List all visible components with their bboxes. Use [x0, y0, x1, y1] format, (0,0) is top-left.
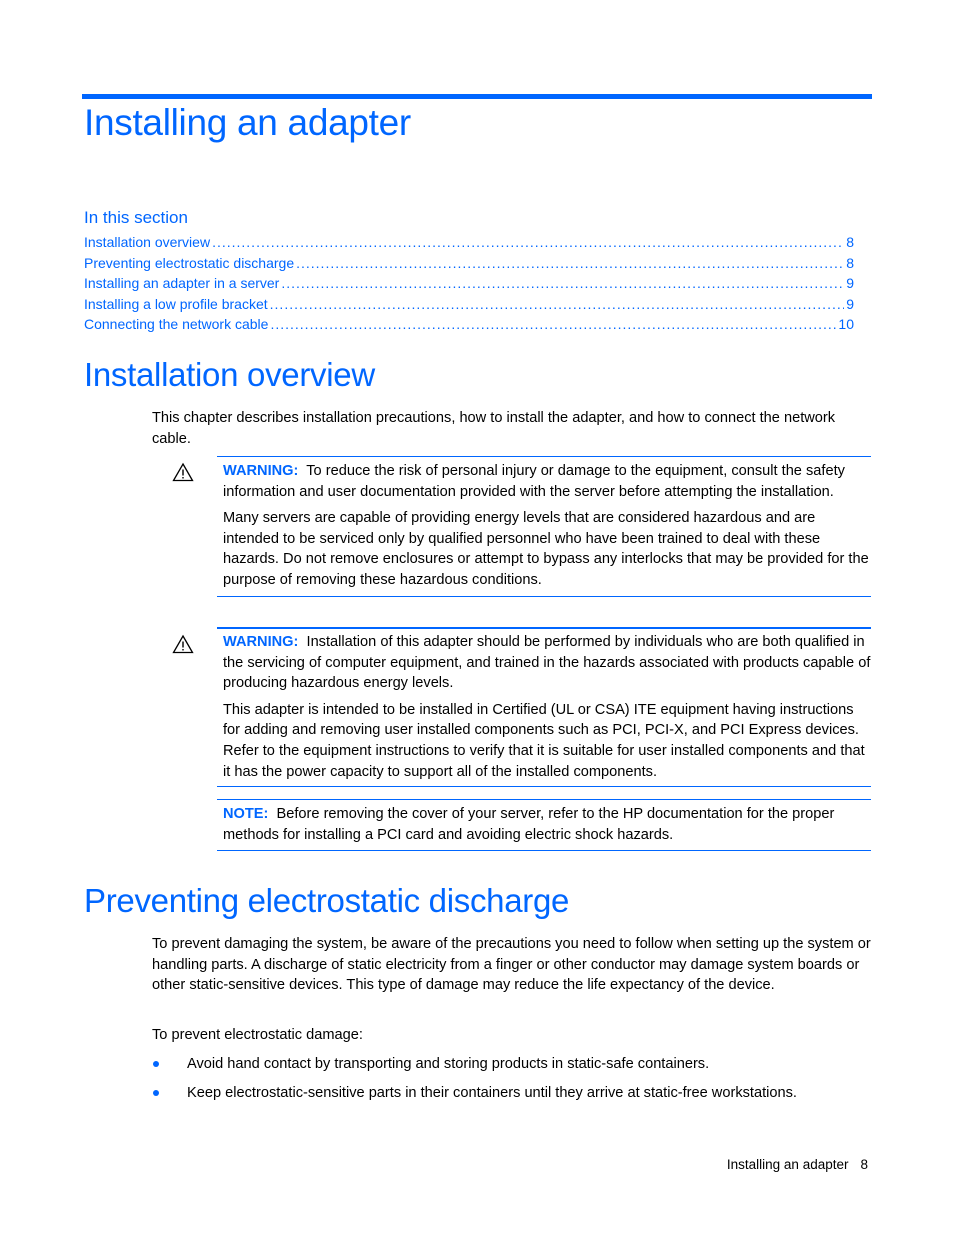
chapter-top-rule — [82, 94, 872, 99]
toc-item-installation-overview[interactable]: Installation overview 8 — [84, 232, 854, 253]
warning-label: WARNING: — [223, 463, 299, 479]
toc-item-connecting-network-cable[interactable]: Connecting the network cable 10 — [84, 314, 854, 335]
toc-item-preventing-esd[interactable]: Preventing electrostatic discharge 8 — [84, 253, 854, 274]
callout-top-rule — [217, 627, 871, 629]
callout-bottom-rule — [217, 850, 871, 852]
callout-top-rule — [217, 456, 871, 457]
installation-overview-intro: This chapter describes installation prec… — [152, 410, 836, 447]
list-item: Avoid hand contact by transporting and s… — [152, 1054, 874, 1075]
section-title-installation-overview: Installation overview — [84, 356, 375, 393]
section-toc: In this section Installation overview 8 … — [84, 207, 854, 335]
toc-item-page: 8 — [846, 254, 854, 271]
toc-leader-dots — [268, 294, 845, 315]
callout-bottom-rule — [217, 595, 871, 597]
toc-item-label: Preventing electrostatic discharge — [84, 254, 295, 271]
callout-top-rule — [217, 799, 871, 800]
toc-leader-dots — [279, 273, 844, 294]
warning-1-body: To reduce the risk of personal injury or… — [223, 463, 845, 500]
warning-2-paragraph-2: This adapter is intended to be installed… — [223, 701, 865, 780]
esd-lead: To prevent electrostatic damage: — [152, 1027, 363, 1043]
toc-heading: In this section — [84, 208, 188, 227]
toc-leader-dots — [294, 253, 844, 274]
bullet-icon — [153, 1090, 159, 1097]
toc-item-page: 9 — [846, 295, 854, 312]
toc-item-page: 8 — [846, 234, 854, 250]
note-body: Before removing the cover of your server… — [223, 806, 835, 843]
toc-item-page: 9 — [846, 275, 854, 291]
page-footer: Installing an adapter 8 — [727, 1157, 868, 1172]
toc-item-label: Installing a low profile bracket — [84, 295, 268, 312]
note-label: NOTE: — [223, 806, 269, 822]
toc-item-label: Installing an adapter in a server — [84, 275, 280, 291]
list-item-text: Avoid hand contact by transporting and s… — [187, 1056, 710, 1072]
warning-triangle-icon — [172, 462, 194, 482]
toc-item-installing-adapter-in-server[interactable]: Installing an adapter in a server 9 — [84, 273, 854, 294]
warning-callout-1: WARNING: To reduce the risk of personal … — [217, 456, 871, 597]
bullet-icon — [153, 1061, 159, 1067]
warning-label: WARNING: — [223, 634, 299, 650]
toc-item-page: 10 — [838, 316, 854, 332]
esd-precautions-list: Avoid hand contact by transporting and s… — [152, 1054, 874, 1112]
note-text: NOTE: Before removing the cover of your … — [217, 804, 871, 845]
warning-2-body: Installation of this adapter should be p… — [223, 634, 871, 692]
esd-intro: To prevent damaging the system, be aware… — [152, 936, 871, 994]
toc-item-low-profile-bracket[interactable]: Installing a low profile bracket 9 — [84, 294, 854, 315]
warning-1-text: WARNING: To reduce the risk of personal … — [217, 461, 871, 502]
chapter-title: Installing an adapter — [84, 102, 411, 143]
toc-leader-dots — [268, 314, 836, 335]
warning-2-text: WARNING: Installation of this adapter sh… — [217, 632, 871, 694]
toc-leader-dots — [210, 232, 844, 253]
warning-1-paragraph-2: Many servers are capable of providing en… — [223, 510, 869, 588]
warning-callout-2: WARNING: Installation of this adapter sh… — [217, 627, 871, 788]
note-callout: NOTE: Before removing the cover of your … — [217, 799, 871, 852]
warning-triangle-icon — [172, 634, 194, 654]
toc-item-label: Installation overview — [84, 234, 211, 250]
section-title-preventing-esd: Preventing electrostatic discharge — [84, 882, 570, 919]
list-item-text: Keep electrostatic-sensitive parts in th… — [187, 1085, 797, 1102]
toc-item-label: Connecting the network cable — [84, 316, 269, 332]
footer-page-number: 8 — [860, 1157, 868, 1172]
footer-section-name: Installing an adapter — [726, 1157, 849, 1172]
callout-bottom-rule — [217, 786, 871, 788]
list-item: Keep electrostatic-sensitive parts in th… — [152, 1083, 874, 1104]
